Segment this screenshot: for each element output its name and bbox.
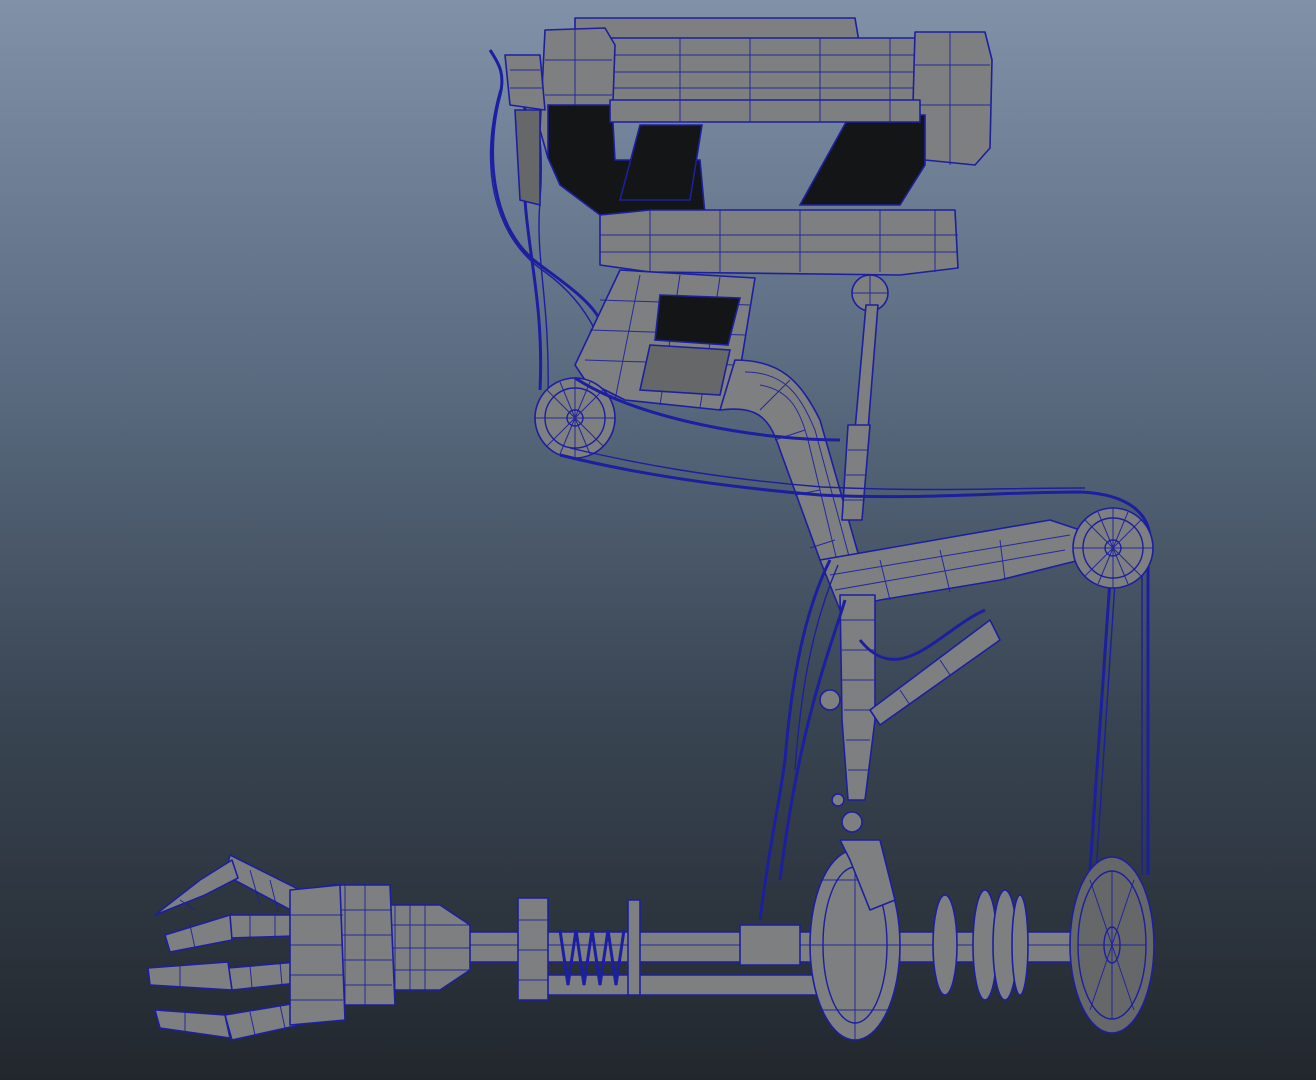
- elbow-pulley[interactable]: [1072, 507, 1154, 589]
- wrist-joint[interactable]: [329, 884, 471, 1006]
- piston[interactable]: [841, 274, 889, 521]
- clamp-block[interactable]: [539, 17, 993, 276]
- forearm-strut[interactable]: [819, 519, 1081, 801]
- wireframe-model[interactable]: [0, 0, 1316, 1080]
- shoulder-pulley[interactable]: [534, 377, 616, 459]
- 3d-viewport[interactable]: [0, 0, 1316, 1080]
- rear-wheel[interactable]: [1069, 856, 1155, 1034]
- gripper-claw[interactable]: [147, 854, 346, 1041]
